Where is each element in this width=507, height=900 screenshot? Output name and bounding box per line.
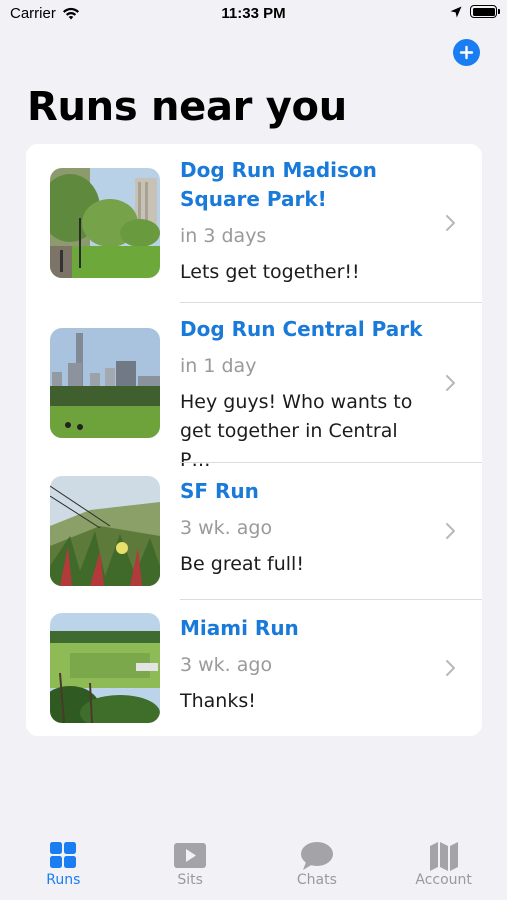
chevron-right-icon — [446, 660, 455, 676]
run-thumbnail — [50, 476, 160, 586]
plus-icon — [459, 45, 474, 60]
map-icon — [429, 842, 458, 871]
tab-label: Chats — [296, 872, 337, 888]
tab-label: Sits — [177, 872, 203, 888]
grid-icon — [50, 842, 77, 868]
run-row-sf[interactable]: SF Run 3 wk. ago Be great full! — [26, 463, 482, 600]
tab-label: Runs — [46, 872, 81, 888]
chat-bubble-icon — [300, 842, 333, 870]
tab-label: Account — [415, 872, 472, 888]
clock: 11:33 PM — [221, 5, 286, 22]
run-row-madison[interactable]: Dog Run Madison Square Park! in 3 days L… — [26, 144, 482, 303]
status-bar: Carrier 11:33 PM — [0, 0, 507, 30]
page-title: Runs near you — [27, 84, 347, 130]
run-thumbnail — [50, 168, 160, 278]
tab-bar: Runs Sits Chats Account — [0, 840, 507, 900]
tab-sits[interactable]: Sits — [127, 840, 253, 900]
tab-runs[interactable]: Runs — [0, 840, 126, 900]
run-message: Be great full! — [180, 553, 304, 575]
run-row-miami[interactable]: Miami Run 3 wk. ago Thanks! — [26, 600, 482, 736]
run-row-central-park[interactable]: Dog Run Central Park in 1 day Hey guys! … — [26, 303, 482, 471]
tab-chats[interactable]: Chats — [254, 840, 380, 900]
run-title: Dog Run Central Park — [180, 317, 423, 341]
run-message: Thanks! — [180, 690, 256, 712]
chevron-right-icon — [446, 215, 455, 231]
run-title: Miami Run — [180, 616, 299, 640]
runs-list: Dog Run Madison Square Park! in 3 days L… — [26, 144, 482, 736]
run-title: SF Run — [180, 479, 259, 503]
chevron-right-icon — [446, 523, 455, 539]
run-thumbnail — [50, 613, 160, 723]
play-icon — [174, 843, 207, 868]
run-time: 3 wk. ago — [180, 654, 273, 676]
run-title: Dog Run Madison Square Park! — [180, 158, 377, 211]
run-time: 3 wk. ago — [180, 517, 273, 539]
add-run-button[interactable] — [453, 39, 480, 66]
tab-account[interactable]: Account — [381, 840, 507, 900]
chevron-right-icon — [446, 375, 455, 391]
run-thumbnail — [50, 328, 160, 438]
run-time: in 1 day — [180, 355, 257, 377]
location-arrow-icon — [450, 6, 462, 17]
run-time: in 3 days — [180, 225, 267, 247]
run-message: Lets get together!! — [180, 261, 360, 283]
battery-icon — [470, 5, 500, 18]
